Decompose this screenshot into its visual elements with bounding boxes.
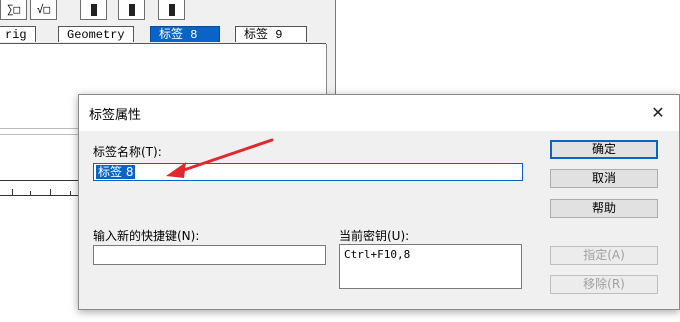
subscript-button[interactable]: [118, 0, 145, 20]
close-icon[interactable]: ✕: [645, 101, 671, 125]
current-keys-list[interactable]: Ctrl+F10,8: [339, 244, 522, 289]
selected-text: 标签 8: [96, 165, 136, 179]
tab-label-9[interactable]: 标签 9: [235, 26, 307, 42]
tab-bar: rig Geometry 标签 8 标签 9: [0, 24, 330, 44]
cancel-button[interactable]: 取消: [550, 169, 658, 188]
superscript-button[interactable]: [158, 0, 185, 20]
dialog-title: 标签属性: [89, 108, 142, 123]
toolbar: ∑□ √□: [0, 0, 330, 22]
sum-template-button[interactable]: ∑□: [0, 0, 27, 20]
sqrt-template-button[interactable]: √□: [30, 0, 57, 20]
tab-label-8[interactable]: 标签 8: [150, 26, 220, 42]
tab-name-input[interactable]: 标签 8: [93, 163, 523, 181]
remove-button[interactable]: 移除(R): [550, 275, 658, 294]
superscript-icon: [168, 3, 175, 16]
annotation-arrow-icon: [166, 138, 274, 178]
help-button[interactable]: 帮助: [550, 199, 658, 218]
tab-name-label: 标签名称(T):: [93, 145, 162, 159]
tab-properties-dialog: 标签属性 ✕ 标签名称(T): 标签 8 输入新的快捷键(N): 当前密钥(U)…: [78, 94, 680, 310]
dialog-titlebar[interactable]: 标签属性 ✕: [79, 95, 679, 131]
bar-icon: [90, 3, 97, 16]
hotkey-input[interactable]: [93, 245, 326, 265]
tab-geometry[interactable]: Geometry: [58, 26, 134, 42]
subscript-icon: [128, 3, 135, 16]
hotkey-label: 输入新的快捷键(N):: [93, 229, 200, 243]
ok-button[interactable]: 确定: [550, 140, 658, 159]
assign-button[interactable]: 指定(A): [550, 246, 658, 265]
vertical-bar-button[interactable]: [80, 0, 107, 20]
tab-trig[interactable]: rig: [0, 26, 36, 42]
current-keys-label: 当前密钥(U):: [339, 229, 410, 243]
